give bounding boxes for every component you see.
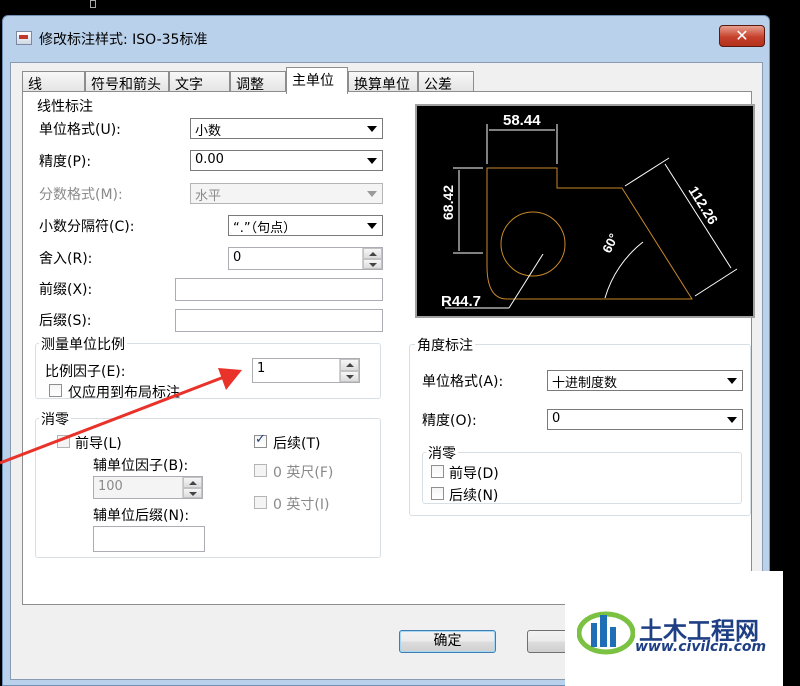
preview-geometry <box>486 167 693 300</box>
tab-lines[interactable]: 线 <box>22 71 85 93</box>
angular-trailing-label: 后续(N) <box>449 488 499 504</box>
sub-unit-factor-label: 辅单位因子(B): <box>93 458 189 474</box>
title-bar[interactable]: 修改标注样式: ISO-35标准 ✕ <box>3 16 769 62</box>
angular-unit-format-label: 单位格式(A): <box>422 374 504 390</box>
app-icon <box>16 31 32 45</box>
spin-down-icon[interactable] <box>363 258 382 269</box>
tab-text[interactable]: 文字 <box>169 71 230 93</box>
preview-dim-texts: 58.44 68.42 112.26 60° R44.7 <box>440 112 721 310</box>
angular-precision-select[interactable]: 0 <box>547 409 743 430</box>
civilcn-logo-icon <box>577 611 635 655</box>
chevron-down-icon <box>725 413 739 426</box>
angular-leading-checkbox[interactable] <box>431 465 444 478</box>
decimal-separator-label: 小数分隔符(C): <box>39 219 135 235</box>
round-off-input[interactable]: 0 <box>228 247 383 270</box>
leading-zero-checkbox[interactable] <box>57 435 70 448</box>
preview-dim-lines <box>445 124 738 309</box>
chevron-down-icon <box>365 154 379 167</box>
tab-tolerances[interactable]: 公差 <box>418 71 474 93</box>
unit-format-select[interactable]: 小数 <box>190 118 383 139</box>
layout-only-checkbox[interactable] <box>49 384 62 397</box>
sub-unit-factor-input[interactable]: 100 <box>93 476 203 499</box>
prefix-label: 前缀(X): <box>39 282 93 298</box>
unit-format-label: 单位格式(U): <box>39 122 121 138</box>
zero-inches-checkbox[interactable] <box>254 496 267 509</box>
fraction-format-label: 分数格式(M): <box>39 187 123 203</box>
watermark: 土木工程网 www.civilcn.com <box>565 571 783 686</box>
tab-symbols-arrows[interactable]: 符号和箭头 <box>85 71 169 93</box>
sub-unit-factor-spinner[interactable] <box>182 477 202 498</box>
trailing-zero-label: 后续(T) <box>273 436 321 452</box>
scale-factor-input[interactable]: 1 <box>252 358 360 383</box>
round-off-label: 舍入(R): <box>39 251 93 267</box>
precision-label: 精度(P): <box>39 154 92 170</box>
sub-unit-suffix-label: 辅单位后缀(N): <box>93 508 190 524</box>
sub-unit-suffix-input[interactable] <box>93 526 205 552</box>
scale-factor-label: 比例因子(E): <box>45 364 126 380</box>
zero-inches-label: 0 英寸(I) <box>273 497 330 513</box>
zero-suppression-title: 消零 <box>39 409 71 429</box>
chevron-down-icon <box>365 219 379 232</box>
angular-zero-title: 消零 <box>426 443 458 463</box>
layout-only-label: 仅应用到布局标注 <box>68 385 180 401</box>
dim-text: R44.7 <box>441 293 481 310</box>
angular-leading-label: 前导(D) <box>449 466 499 482</box>
spin-down-icon[interactable] <box>340 370 359 382</box>
tab-primary-units[interactable]: 主单位 <box>286 67 348 94</box>
preview-drawing: 58.44 68.42 112.26 60° R44.7 <box>440 112 738 310</box>
spin-up-icon[interactable] <box>183 477 202 488</box>
prefix-input[interactable] <box>175 278 383 301</box>
tab-alternate-units[interactable]: 换算单位 <box>348 71 418 93</box>
zero-feet-label: 0 英尺(F) <box>273 465 334 481</box>
angular-trailing-checkbox[interactable] <box>431 487 444 500</box>
zero-feet-checkbox[interactable] <box>254 464 267 477</box>
close-button[interactable]: ✕ <box>719 25 765 47</box>
window-title: 修改标注样式: ISO-35标准 <box>39 32 208 48</box>
watermark-url: www.civilcn.com <box>635 639 767 655</box>
leading-zero-label: 前导(L) <box>75 436 122 452</box>
scale-group-title: 测量单位比例 <box>39 334 127 354</box>
trailing-zero-checkbox[interactable] <box>254 432 267 448</box>
chevron-down-icon <box>725 374 739 387</box>
suffix-label: 后缀(S): <box>39 313 92 329</box>
dimension-preview: 58.44 68.42 112.26 60° R44.7 <box>415 104 755 318</box>
background-marker <box>90 0 96 8</box>
precision-select[interactable]: 0.00 <box>190 150 383 171</box>
angular-precision-label: 精度(O): <box>422 413 477 429</box>
ok-button[interactable]: 确定 <box>399 630 496 653</box>
dim-text: 58.44 <box>503 112 541 129</box>
angular-unit-format-select[interactable]: 十进制度数 <box>547 370 743 391</box>
scale-factor-spinner[interactable] <box>339 359 359 382</box>
primary-units-panel: 线性标注 单位格式(U): 小数 精度(P): 0.00 分数格式(M): 水平… <box>22 91 755 605</box>
dim-text: 60° <box>599 231 621 255</box>
linear-group-title: 线性标注 <box>35 96 95 116</box>
spin-up-icon[interactable] <box>363 248 382 259</box>
chevron-down-icon <box>365 187 379 200</box>
suffix-input[interactable] <box>175 309 383 332</box>
chevron-down-icon <box>365 122 379 135</box>
fraction-format-select[interactable]: 水平 <box>190 183 383 204</box>
spin-down-icon[interactable] <box>183 487 202 498</box>
round-off-spinner[interactable] <box>362 248 382 269</box>
spin-up-icon[interactable] <box>340 359 359 371</box>
decimal-separator-select[interactable]: “.”（句点） <box>228 215 383 236</box>
tab-fit[interactable]: 调整 <box>230 71 286 93</box>
angular-group-title: 角度标注 <box>415 335 475 355</box>
dim-text: 68.42 <box>440 185 456 220</box>
